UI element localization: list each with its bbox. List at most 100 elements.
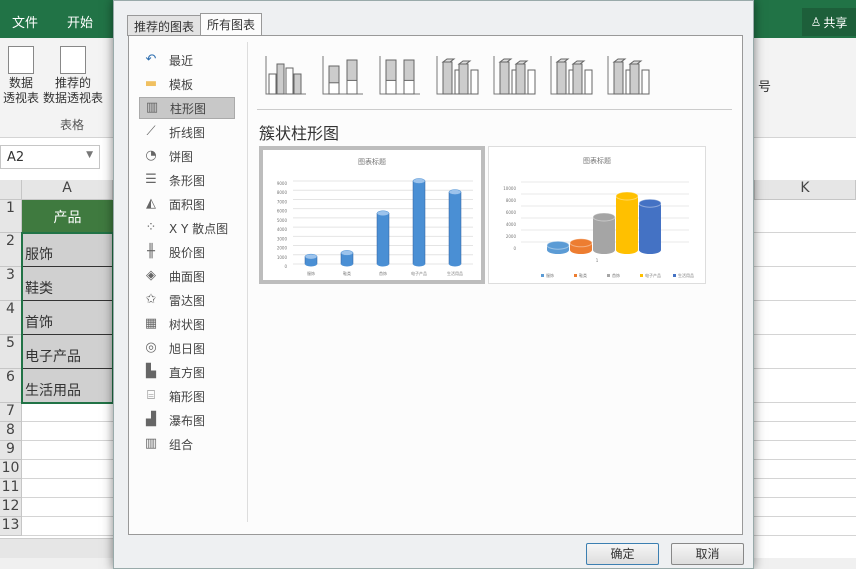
ok-button[interactable]: 确定 — [586, 543, 659, 565]
group-label-tables: 表格 — [60, 118, 85, 132]
legend-label: 服饰 — [546, 272, 554, 278]
row-header[interactable]: 10 — [0, 460, 22, 479]
legend-label: 生活用品 — [678, 272, 694, 278]
chart-category-item[interactable]: ▬ 模板 — [139, 73, 235, 95]
chart-category-item[interactable]: ↶ 最近 — [139, 49, 235, 71]
legend-swatch — [541, 274, 544, 277]
y-tick-label: 4000 — [277, 227, 288, 232]
3d-clustered-column-icon[interactable] — [435, 54, 479, 96]
pivot-table-button[interactable]: 数据 透视表 — [2, 46, 40, 106]
chart-category-item[interactable]: ▥ 柱形图 — [139, 97, 235, 119]
tab-home[interactable]: 开始 — [67, 12, 93, 31]
chart-category-item[interactable]: ╫ 股价图 — [139, 241, 235, 263]
radar-chart-icon: ✩ — [145, 292, 157, 307]
clustered-column-icon[interactable] — [264, 54, 308, 96]
bar — [615, 191, 639, 254]
bar — [376, 210, 390, 267]
y-tick-label: 0 — [513, 246, 516, 251]
row-header[interactable]: 12 — [0, 498, 22, 517]
chart-category-item[interactable]: ◈ 曲面图 — [139, 265, 235, 287]
chart-category-item[interactable]: ⌸ 箱形图 — [139, 385, 235, 407]
chart-category-label: 柱形图 — [170, 101, 207, 116]
y-tick-label: 2000 — [277, 246, 288, 251]
recommended-pivot-button[interactable]: 推荐的 数据透视表 — [42, 46, 104, 106]
chart-category-label: 面积图 — [169, 197, 206, 212]
3d-stacked-column-icon[interactable] — [492, 54, 536, 96]
cell-a5[interactable]: 电子产品 — [22, 335, 113, 369]
bar — [569, 238, 593, 254]
recommended-pivot-icon — [60, 46, 86, 74]
box-whisker-icon: ⌸ — [147, 388, 155, 403]
area-chart-icon: ◭ — [146, 196, 156, 211]
cell-a1[interactable]: 产品 — [22, 200, 113, 233]
cancel-button[interactable]: 取消 — [671, 543, 744, 565]
chart-category-item[interactable]: ☰ 条形图 — [139, 169, 235, 191]
ribbon-label-partial: 号 — [758, 80, 772, 95]
cell-a6[interactable]: 生活用品 — [22, 369, 113, 403]
select-all-corner[interactable] — [0, 180, 22, 200]
chart-category-item[interactable]: ✩ 雷达图 — [139, 289, 235, 311]
y-tick-label: 7000 — [277, 199, 288, 204]
bar — [304, 253, 318, 267]
chart-category-item[interactable]: ◎ 旭日图 — [139, 337, 235, 359]
100-stacked-column-icon[interactable] — [378, 54, 422, 96]
y-tick-label: 9000 — [277, 181, 288, 186]
row-header[interactable]: 8 — [0, 422, 22, 441]
chart-category-label: 条形图 — [169, 173, 206, 188]
row-header[interactable]: 5 — [0, 335, 22, 369]
chart-category-label: 模板 — [169, 77, 194, 92]
cell-a4[interactable]: 首饰 — [22, 301, 113, 335]
column-header-k[interactable]: K — [754, 180, 856, 200]
x-tick-label: 首饰 — [379, 270, 387, 276]
divider — [247, 42, 248, 522]
row-header[interactable]: 6 — [0, 369, 22, 403]
row-header[interactable]: 9 — [0, 441, 22, 460]
cell-a3[interactable]: 鞋类 — [22, 267, 113, 301]
share-button[interactable]: ♙ 共享 — [802, 8, 856, 36]
3d-column-icon[interactable] — [606, 54, 650, 96]
bar — [546, 240, 570, 254]
chart-category-item[interactable]: ▥ 组合 — [139, 433, 235, 455]
tab-all-charts[interactable]: 所有图表 — [200, 13, 263, 36]
treemap-icon: ▦ — [144, 316, 158, 331]
chart-category-label: 旭日图 — [169, 341, 206, 356]
chart-category-item[interactable]: ▟ 瀑布图 — [139, 409, 235, 431]
histogram-icon: ▙ — [146, 364, 156, 379]
row-header[interactable]: 11 — [0, 479, 22, 498]
folder-icon: ▬ — [144, 76, 158, 91]
legend-swatch — [640, 274, 643, 277]
combo-chart-icon: ▥ — [144, 436, 158, 451]
chart-preview-1[interactable]: 图表标题 0 1000 2000 3000 4000 5000 6000 7000 8000 900… — [259, 146, 485, 284]
y-tick-label: 6000 — [506, 210, 517, 215]
sheet-tab-bar[interactable] — [0, 538, 113, 558]
chart-category-item[interactable]: ◔ 饼图 — [139, 145, 235, 167]
3d-100-stacked-column-icon[interactable] — [549, 54, 593, 96]
row-header[interactable]: 1 — [0, 200, 22, 233]
row-header[interactable]: 3 — [0, 267, 22, 301]
tab-file[interactable]: 文件 — [12, 12, 38, 31]
subtype-title: 簇状柱形图 — [259, 124, 340, 143]
name-box[interactable]: A2 ▼ — [0, 145, 100, 169]
chart-preview-2[interactable]: 图表标题 0 2000 4000 6000 8000 10000 服饰 鞋类 首饰 电子产品 生活用品… — [488, 146, 706, 284]
y-tick-label: 3000 — [277, 236, 288, 241]
chart-category-item[interactable]: ▦ 树状图 — [139, 313, 235, 335]
chart-category-item[interactable]: ◭ 面积图 — [139, 193, 235, 215]
chart-panel: ↶ 最近 ▬ 模板 ▥ 柱形图 ⟋ 折线图 ◔ 饼图 ☰ 条形图 ◭ 面积图 ⁘ X Y 散点图 ╫ 股价图 ◈ 曲面… — [128, 35, 743, 535]
y-tick-label: 8000 — [506, 198, 517, 203]
legend-label: 鞋类 — [579, 272, 587, 278]
row-header[interactable]: 2 — [0, 233, 22, 267]
stacked-column-icon[interactable] — [321, 54, 365, 96]
chart-category-item[interactable]: ⟋ 折线图 — [139, 121, 235, 143]
tab-recommended-charts[interactable]: 推荐的图表 — [127, 15, 202, 36]
y-tick-label: 1000 — [277, 255, 288, 260]
row-header[interactable]: 13 — [0, 517, 22, 536]
chart-category-item[interactable]: ▙ 直方图 — [139, 361, 235, 383]
y-tick-label: 10000 — [503, 186, 516, 191]
column-header-a[interactable]: A — [22, 180, 113, 200]
cell-a2[interactable]: 服饰 — [22, 233, 113, 267]
row-header[interactable]: 7 — [0, 403, 22, 422]
chart-category-item[interactable]: ⁘ X Y 散点图 — [139, 217, 235, 239]
pie-chart-icon: ◔ — [145, 148, 157, 163]
chart-category-label: 雷达图 — [169, 293, 206, 308]
row-header[interactable]: 4 — [0, 301, 22, 335]
